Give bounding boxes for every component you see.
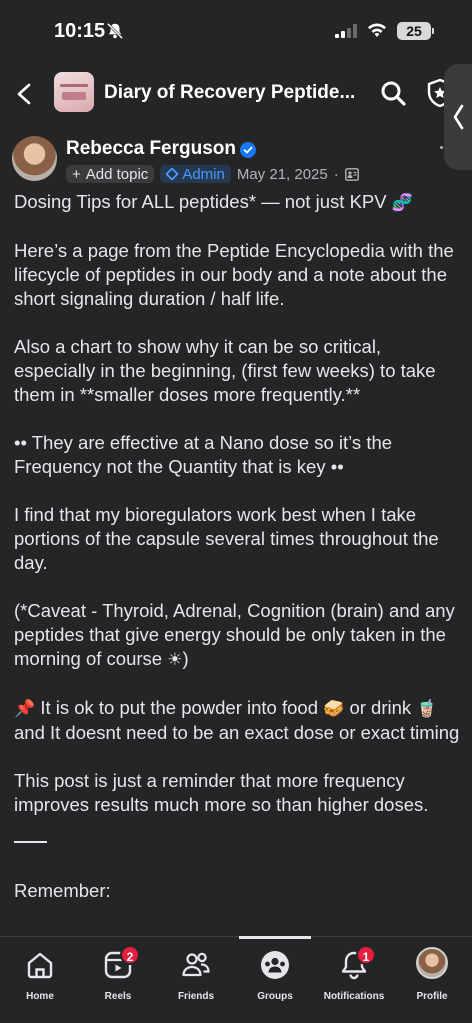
bottom-navigation: Home 2 Reels Friends Groups 1 Notificati…	[0, 936, 472, 1023]
post-paragraph: Remember:	[14, 880, 111, 901]
author-name[interactable]: Rebecca Ferguson	[66, 138, 236, 160]
nav-notifications[interactable]: 1 Notifications	[314, 945, 394, 1005]
profile-avatar	[416, 947, 448, 979]
sun-emoji: ☀	[167, 650, 183, 670]
post-paragraph: Dosing Tips for ALL peptides* — not just…	[14, 191, 413, 213]
drink-emoji: 🧋	[416, 699, 438, 719]
notifications-badge: 1	[356, 945, 376, 965]
post-paragraph: Here’s a page from the Peptide Encyclope…	[14, 240, 454, 309]
post-author-row: Rebecca Ferguson + Add topic Admin May 2…	[0, 136, 472, 190]
friends-icon	[182, 952, 210, 977]
groups-icon	[261, 951, 289, 979]
home-icon	[27, 952, 53, 979]
more-options-icon[interactable]	[440, 146, 443, 149]
post-text: Dosing Tips for ALL peptides* — not just…	[14, 190, 462, 927]
chevron-left-icon	[453, 104, 464, 130]
group-thumbnail[interactable]	[54, 72, 94, 112]
nav-profile[interactable]: Profile	[392, 945, 472, 1005]
status-time: 10:15	[54, 20, 106, 42]
nav-friends[interactable]: Friends	[156, 945, 236, 1005]
admin-label: Admin	[182, 165, 225, 183]
add-topic-button[interactable]: + Add topic	[66, 165, 155, 183]
post-paragraph: I find that my bioregulators work best w…	[14, 504, 439, 573]
wifi-icon	[368, 23, 386, 37]
group-header: Diary of Recovery Peptide...	[0, 66, 472, 122]
post-paragraph: •• They are effective at a Nano dose so …	[14, 432, 393, 477]
post-paragraph: Also a chart to show why it can be so cr…	[14, 336, 436, 405]
nav-label: Groups	[257, 991, 293, 1002]
post-date[interactable]: May 21, 2025	[237, 166, 328, 183]
nav-label: Notifications	[323, 991, 385, 1002]
nav-home[interactable]: Home	[0, 945, 80, 1005]
post-paragraph: 📌 It is ok to put the powder into food 🥪…	[14, 697, 460, 743]
active-tab-indicator	[239, 936, 311, 939]
status-bar: 10:15 25	[0, 0, 472, 62]
post-meta: + Add topic Admin May 21, 2025 ·	[66, 164, 359, 184]
post-paragraph: This post is just a reminder that more f…	[14, 770, 429, 815]
admin-badge[interactable]: Admin	[160, 165, 231, 183]
search-icon[interactable]	[380, 80, 406, 106]
battery-indicator: 25	[397, 22, 431, 40]
battery-tip	[432, 28, 434, 34]
dna-emoji: 🧬	[391, 193, 413, 213]
group-audience-icon	[344, 167, 359, 181]
nav-reels[interactable]: 2 Reels	[78, 945, 158, 1005]
pin-emoji: 📌	[14, 699, 36, 719]
admin-diamond-icon	[166, 168, 179, 180]
nav-groups[interactable]: Groups	[235, 945, 315, 1005]
nav-label: Reels	[104, 991, 132, 1002]
avatar[interactable]	[12, 136, 57, 181]
signal-icon	[335, 24, 357, 38]
text-divider	[14, 841, 47, 843]
nav-label: Home	[26, 991, 54, 1002]
nav-label: Profile	[416, 991, 448, 1002]
post-paragraph: (*Caveat - Thyroid, Adrenal, Cognition (…	[14, 600, 455, 670]
verified-badge-icon	[240, 142, 256, 158]
back-icon[interactable]	[14, 82, 34, 106]
add-topic-label: Add topic	[85, 165, 149, 183]
reels-badge: 2	[120, 945, 140, 965]
bell-off-icon	[106, 22, 124, 40]
sandwich-emoji: 🥪	[323, 699, 345, 719]
plus-icon: +	[72, 165, 81, 183]
nav-label: Friends	[177, 991, 215, 1002]
group-title[interactable]: Diary of Recovery Peptide...	[104, 82, 364, 104]
meta-separator: ·	[333, 165, 339, 183]
